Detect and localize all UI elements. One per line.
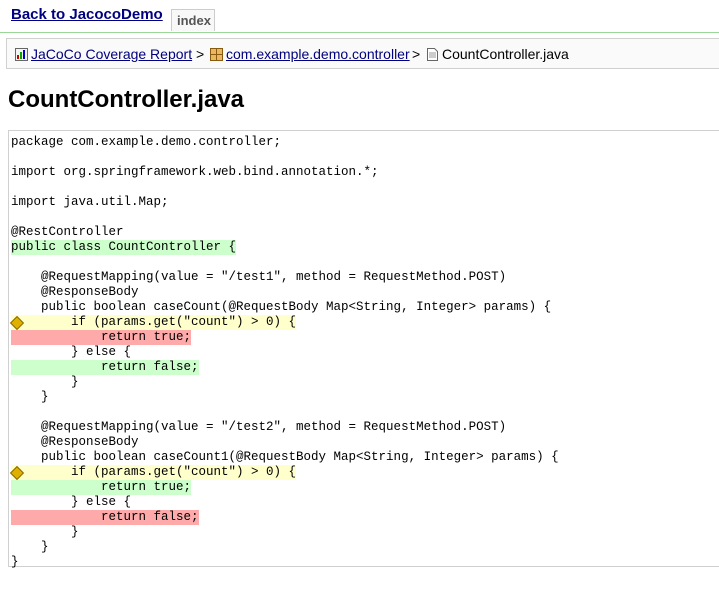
back-link[interactable]: Back to JacocoDemo (11, 6, 163, 23)
source-line: } (11, 375, 79, 389)
source-line: return false; (11, 360, 199, 375)
breadcrumb-separator: > (412, 46, 421, 62)
source-line: if (params.get("count") > 0) { (11, 315, 297, 330)
source-code-panel: package com.example.demo.controller; impo… (8, 130, 719, 569)
breadcrumb-file: CountController.java (442, 46, 569, 62)
source-line: if (params.get("count") > 0) { (11, 465, 297, 480)
header-divider (0, 32, 719, 33)
source-line: @ResponseBody (11, 435, 139, 449)
breadcrumb-package[interactable]: com.example.demo.controller (226, 46, 410, 62)
source-line: public boolean caseCount1(@RequestBody M… (11, 450, 559, 464)
source-line: import java.util.Map; (11, 195, 169, 209)
source-line: } else { (11, 495, 132, 509)
breadcrumb-separator: > (196, 46, 205, 62)
breadcrumb: JaCoCo Coverage Report > com.example.dem… (6, 38, 719, 69)
breadcrumb-report[interactable]: JaCoCo Coverage Report (31, 46, 192, 62)
source-line: @RequestMapping(value = "/test1", method… (11, 270, 507, 284)
source-line: @RestController (11, 225, 124, 239)
source-line: import org.springframework.web.bind.anno… (11, 165, 379, 179)
source-line: return false; (11, 510, 199, 525)
page-title: CountController.java (8, 86, 245, 113)
report-icon (15, 48, 28, 61)
source-line: return true; (11, 480, 192, 495)
breadcrumb-report-link[interactable]: JaCoCo Coverage Report (31, 46, 192, 62)
breadcrumb-package-link[interactable]: com.example.demo.controller (226, 46, 410, 62)
source-line: @RequestMapping(value = "/test2", method… (11, 420, 507, 434)
source-line: public boolean caseCount(@RequestBody Ma… (11, 300, 552, 314)
source-file-icon (427, 48, 438, 61)
source-line: package com.example.demo.controller; (11, 135, 282, 149)
source-line: } (11, 390, 49, 404)
source-line: } (11, 540, 49, 554)
source-line: @ResponseBody (11, 285, 139, 299)
top-bar: Back to JacocoDemo index (0, 0, 719, 34)
source-line: return true; (11, 330, 192, 345)
source-line: } else { (11, 345, 132, 359)
index-tab[interactable]: index (171, 9, 215, 31)
source-line: } (11, 555, 19, 569)
package-icon (210, 48, 223, 61)
source-line: public class CountController { (11, 240, 237, 255)
source-line: } (11, 525, 79, 539)
